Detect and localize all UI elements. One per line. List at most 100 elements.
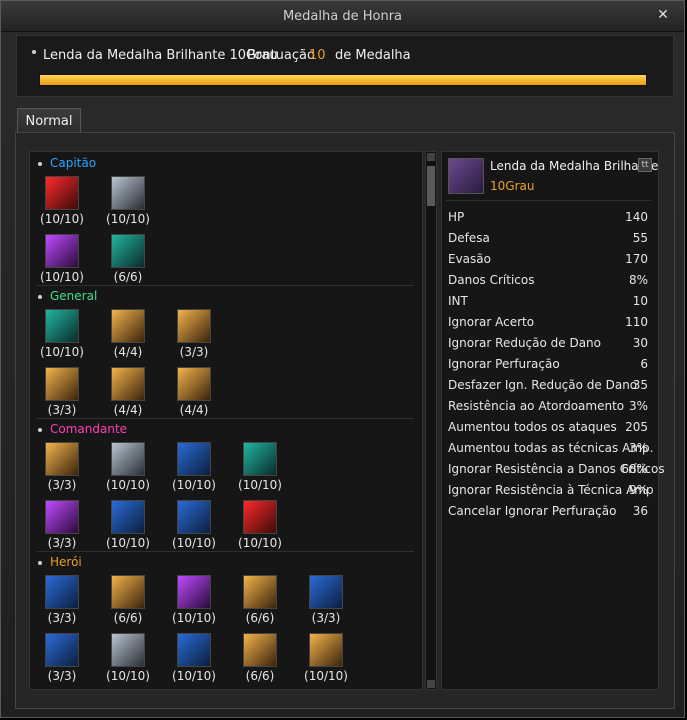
skill-silver-icon[interactable] — [111, 442, 145, 476]
stat-name: Ignorar Perfuração — [448, 357, 560, 371]
medal-skill-slot[interactable]: (3/3) — [164, 309, 224, 369]
bullet-icon — [32, 50, 36, 54]
skill-gold-icon[interactable] — [243, 575, 277, 609]
detail-grade: 10Grau — [490, 179, 535, 193]
stat-name: Resistência ao Atordoamento — [448, 399, 625, 413]
skill-red-icon[interactable] — [45, 176, 79, 210]
stat-row: Aumentou todas as técnicas Amp. 3% — [448, 441, 653, 455]
skill-green-icon[interactable] — [243, 442, 277, 476]
skill-count: (3/3) — [47, 611, 77, 625]
skill-count: (10/10) — [238, 478, 282, 492]
skill-purple-icon[interactable] — [45, 500, 79, 534]
score-label: Pontuação — [247, 48, 315, 63]
skill-blue-icon[interactable] — [45, 575, 79, 609]
medal-skill-slot[interactable]: (10/10) — [98, 442, 158, 502]
skill-count: (4/4) — [179, 403, 209, 417]
skill-blue-icon[interactable] — [309, 575, 343, 609]
skill-gold-icon[interactable] — [111, 367, 145, 401]
stat-name: Ignorar Redução de Dano — [448, 336, 602, 350]
medal-header: Lenda da Medalha Brilhante 10Grau Pontua… — [16, 35, 674, 97]
skill-list-scrollbar[interactable] — [425, 151, 437, 690]
skill-gold-icon[interactable] — [177, 367, 211, 401]
medal-skill-slot[interactable]: (3/3) — [32, 633, 92, 689]
skill-gold-icon[interactable] — [309, 633, 343, 667]
title-bar[interactable]: Medalha de Honra ✕ — [1, 1, 684, 32]
medal-skill-slot[interactable]: (10/10) — [164, 633, 224, 689]
medal-skill-slot[interactable]: (3/3) — [32, 442, 92, 502]
medal-skill-slot[interactable]: (10/10) — [32, 309, 92, 369]
stat-row: Ignorar Acerto 110 — [448, 315, 648, 329]
skill-count: (4/4) — [113, 345, 143, 359]
medal-skill-slot[interactable]: (4/4) — [98, 309, 158, 369]
group-title-3: Herói — [38, 555, 82, 569]
stat-value: 35 — [632, 378, 648, 392]
stat-name: Ignorar Resistência à Técnica Amp — [448, 483, 654, 497]
medal-skill-slot[interactable]: (10/10) — [98, 176, 158, 236]
scroll-up-icon[interactable] — [427, 153, 435, 161]
stat-row: Desfazer Ign. Redução de Dano 35 — [448, 378, 648, 392]
skill-count: (10/10) — [304, 669, 348, 683]
stat-row: Evasão 170 — [448, 252, 648, 266]
scrollbar-thumb[interactable] — [427, 166, 435, 206]
skill-gold-icon[interactable] — [243, 633, 277, 667]
medal-skill-slot[interactable]: (3/3) — [296, 575, 356, 635]
medal-skill-slot[interactable]: (10/10) — [164, 442, 224, 502]
medal-skill-slot[interactable]: (3/3) — [32, 575, 92, 635]
medal-skill-slot[interactable]: (6/6) — [230, 575, 290, 635]
medal-skill-slot[interactable]: (6/6) — [98, 575, 158, 635]
skill-gold-icon[interactable] — [111, 309, 145, 343]
skill-purple-icon[interactable] — [177, 575, 211, 609]
skill-blue-icon[interactable] — [111, 500, 145, 534]
medal-detail-panel: Lenda da Medalha Brilhante 10Grau tt HP 1… — [441, 151, 665, 690]
skill-silver-icon[interactable] — [111, 176, 145, 210]
medal-skill-slot[interactable]: (10/10) — [230, 442, 290, 502]
medal-skill-slot[interactable]: (10/10) — [32, 176, 92, 236]
skill-green-icon[interactable] — [45, 309, 79, 343]
skill-blue-icon[interactable] — [177, 442, 211, 476]
skill-blue-icon[interactable] — [177, 500, 211, 534]
stat-value: 3% — [628, 441, 648, 455]
stat-value: 55 — [632, 231, 648, 245]
group-title-2: Comandante — [38, 422, 127, 436]
skill-purple-icon[interactable] — [45, 234, 79, 268]
skill-silver-icon[interactable] — [111, 633, 145, 667]
stat-name: Ignorar Acerto — [448, 315, 535, 329]
skill-gold-icon[interactable] — [111, 575, 145, 609]
skill-count: (3/3) — [47, 403, 77, 417]
skill-gold-icon[interactable] — [177, 309, 211, 343]
skill-gold-icon[interactable] — [45, 442, 79, 476]
skill-count: (3/3) — [47, 536, 77, 550]
skill-count: (6/6) — [245, 669, 275, 683]
skill-blue-icon[interactable] — [45, 633, 79, 667]
stat-value: 205 — [625, 420, 648, 434]
skill-count: (10/10) — [40, 270, 84, 284]
group-divider — [36, 551, 414, 552]
medal-skill-slot[interactable]: (10/10) — [164, 575, 224, 635]
skill-count: (6/6) — [245, 611, 275, 625]
stat-row: Aumentou todos os ataques 205 — [448, 420, 648, 434]
skill-count: (10/10) — [106, 536, 150, 550]
skill-count: (10/10) — [172, 611, 216, 625]
skill-gold-icon[interactable] — [45, 367, 79, 401]
medal-skill-slot[interactable]: (10/10) — [296, 633, 356, 689]
close-icon: ✕ — [657, 7, 669, 23]
skill-count: (10/10) — [40, 345, 84, 359]
skill-count: (3/3) — [47, 669, 77, 683]
skill-red-icon[interactable] — [243, 500, 277, 534]
stat-value: 8% — [628, 273, 648, 287]
stat-value: 30 — [632, 336, 648, 350]
skill-count: (10/10) — [238, 536, 282, 550]
scroll-down-icon[interactable] — [427, 680, 435, 688]
medal-skill-slot[interactable]: (10/10) — [98, 633, 158, 689]
tab-normal[interactable]: Normal — [17, 108, 81, 135]
stat-value: 6 — [640, 357, 648, 371]
detail-toggle-button[interactable]: tt — [638, 158, 652, 172]
medal-skill-slot[interactable]: (6/6) — [230, 633, 290, 689]
medal-skill-list: Capitão (10/10) (10/10) (10/10) (6/6) General… — [29, 151, 423, 690]
close-button[interactable]: ✕ — [656, 8, 670, 22]
skill-blue-icon[interactable] — [177, 633, 211, 667]
group-title-label: Herói — [50, 555, 82, 569]
skill-green-icon[interactable] — [111, 234, 145, 268]
skill-count: (10/10) — [106, 669, 150, 683]
medal-star-icon — [448, 158, 484, 194]
